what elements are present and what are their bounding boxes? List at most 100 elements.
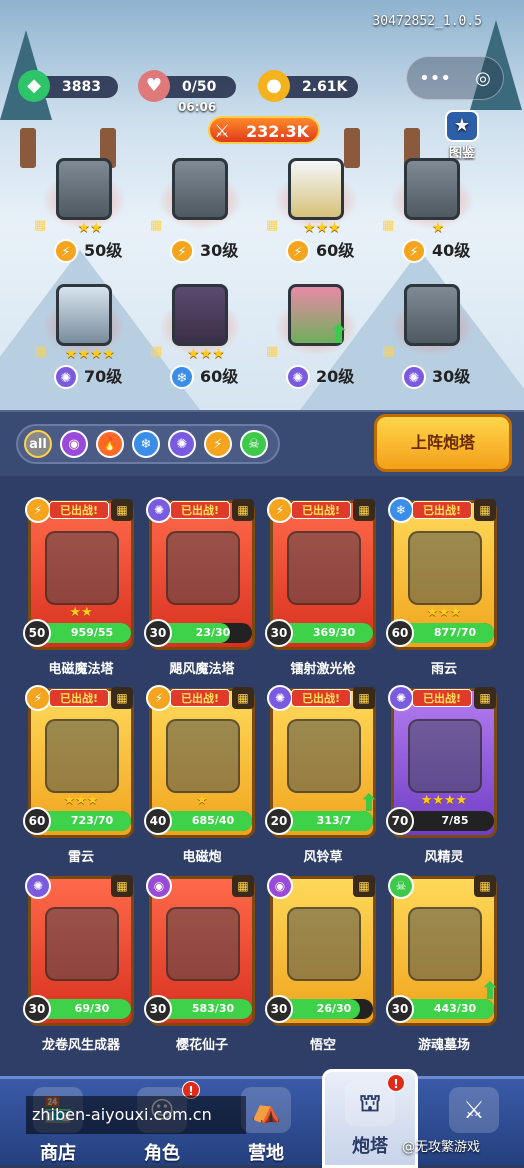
tower-art xyxy=(408,907,482,981)
star-rating: ★★ xyxy=(69,605,93,620)
deployed-tower-slot[interactable]: ▦ ★★★ ⚡ 60级 xyxy=(266,154,366,274)
tower-card[interactable]: ✺ ▦ 313/7 20 已出战! ⬆ xyxy=(265,685,379,838)
star-rating: ★★★ xyxy=(63,793,99,808)
deployed-tower-slot[interactable]: ▦ ★ ⚡ 40级 xyxy=(382,154,482,274)
gem-value: 3883 xyxy=(62,79,101,95)
tower-level: ⚡ 40级 xyxy=(402,238,470,264)
nav-label: 角色 xyxy=(144,1143,180,1164)
wind-icon: ✺ xyxy=(146,497,172,523)
star-rating xyxy=(408,346,468,362)
close-icon[interactable]: ◎ xyxy=(475,68,491,89)
tower-card[interactable]: ☠ ▦ 443/30 30 ⬆ xyxy=(386,873,500,1026)
progress-text: 23/30 xyxy=(195,626,231,639)
filter-wind[interactable]: ✺ xyxy=(168,430,196,458)
tower-art xyxy=(166,907,240,981)
lightning-icon: ⚡ xyxy=(170,239,194,263)
progress-bar: 723/70 xyxy=(37,811,131,831)
filter-all[interactable]: all xyxy=(24,430,52,458)
tower-art xyxy=(287,907,361,981)
level-text: 40级 xyxy=(432,241,471,260)
tower-card[interactable]: ❄ ▦ ★★★ 877/70 60 已出战! xyxy=(386,497,497,650)
tower-sprite xyxy=(56,158,112,220)
deployed-tag: 已出战! xyxy=(49,501,109,519)
gold-counter[interactable]: ● 2.61K xyxy=(258,70,358,102)
grid-icon: ▦ xyxy=(353,499,375,521)
deployed-tower-slot[interactable]: ▦ ★★ ⚡ 50级 xyxy=(34,154,134,274)
stamina-counter[interactable]: ♥ 0/50 xyxy=(138,70,236,102)
tower-card-list[interactable]: ⚡ ▦ ★★ 959/55 50 已出战! 电磁魔法塔 ✺ ▦ 23/30 30 已出… xyxy=(0,476,524,1076)
tower-level: ⚡ 30级 xyxy=(170,238,238,264)
lightning-icon: ⚡ xyxy=(25,497,51,523)
deployed-tower-slot[interactable]: ▦ ★★★ ❄ 60级 xyxy=(150,280,250,400)
grid-icon: ▦ xyxy=(150,218,163,233)
version-label: 30472852_1.0.5 xyxy=(372,14,482,29)
miniprogram-capsule: ••• ◎ xyxy=(406,56,504,100)
tower-card[interactable]: ✺ ▦ 69/30 30 xyxy=(23,873,134,1026)
progress-text: 877/70 xyxy=(433,626,477,639)
progress-text: 959/55 xyxy=(70,626,114,639)
element-filters: all ◉ 🔥 ❄ ✺ ⚡ ☠ xyxy=(16,424,280,464)
grid-icon: ▦ xyxy=(353,687,375,709)
grid-icon: ▦ xyxy=(382,218,395,233)
tower-card[interactable]: ✺ ▦ 23/30 30 已出战! xyxy=(144,497,255,650)
deployed-tag: 已出战! xyxy=(291,689,351,707)
progress-text: 369/30 xyxy=(312,626,356,639)
deployed-tag: 已出战! xyxy=(291,501,351,519)
grid-icon: ▦ xyxy=(474,687,496,709)
tower-sprite xyxy=(404,158,460,220)
level-text: 30级 xyxy=(200,241,239,260)
filter-fire[interactable]: 🔥 xyxy=(96,430,124,458)
filter-lightning[interactable]: ⚡ xyxy=(204,430,232,458)
progress-bar: 69/30 xyxy=(37,999,131,1019)
more-icon[interactable]: ••• xyxy=(419,68,451,89)
star-rating: ★ xyxy=(196,793,208,808)
tower-card[interactable]: ⚡ ▦ ★★★ 723/70 60 已出战! xyxy=(23,685,134,838)
card-level: 30 xyxy=(386,995,414,1023)
lightning-icon: ⚡ xyxy=(402,239,426,263)
level-text: 70级 xyxy=(84,367,123,386)
gem-counter[interactable]: ◆ 3883 xyxy=(18,70,118,102)
filter-ice[interactable]: ❄ xyxy=(132,430,160,458)
upgrade-arrow-icon: ⬆ xyxy=(328,320,350,350)
progress-text: 723/70 xyxy=(70,814,114,827)
star-rating: ★★★★ xyxy=(420,793,468,808)
tower-level: ✺ 70级 xyxy=(54,364,122,390)
tower-art xyxy=(408,531,482,605)
progress-text: 685/40 xyxy=(191,814,235,827)
deployed-tower-slot[interactable]: ▦ ⚡ 30级 xyxy=(150,154,250,274)
wind-icon: ✺ xyxy=(388,685,414,711)
camp-icon: ⛺ xyxy=(241,1087,291,1133)
grid-icon: ▦ xyxy=(382,344,395,359)
tower-card[interactable]: ⚡ ▦ 369/30 30 已出战! xyxy=(265,497,376,650)
tower-card[interactable]: ⚡ ▦ ★ 685/40 40 已出战! xyxy=(144,685,255,838)
wind-icon: ✺ xyxy=(25,873,51,899)
tower-art xyxy=(45,531,119,605)
level-text: 60级 xyxy=(200,367,239,386)
grid-icon: ▦ xyxy=(474,499,496,521)
star-rating: ★★★ xyxy=(426,605,462,620)
filter-poison[interactable]: ☠ xyxy=(240,430,268,458)
progress-bar: 583/30 xyxy=(158,999,252,1019)
notification-badge: ! xyxy=(387,1074,405,1092)
card-level: 60 xyxy=(386,619,414,647)
progress-bar: 26/30 xyxy=(279,999,373,1019)
deployed-tower-slot[interactable]: ▦ ★★★★ ✺ 70级 xyxy=(34,280,134,400)
filter-arcane[interactable]: ◉ xyxy=(60,430,88,458)
nav-label: 营地 xyxy=(248,1143,284,1164)
tower-level: ⚡ 50级 xyxy=(54,238,122,264)
tower-card[interactable]: ◉ ▦ 583/30 30 xyxy=(144,873,255,1026)
tower-card[interactable]: ◉ ▦ 26/30 30 xyxy=(265,873,376,1026)
tower-card[interactable]: ⚡ ▦ ★★ 959/55 50 已出战! xyxy=(23,497,134,650)
tower-name: 风精灵 xyxy=(424,850,464,865)
tower-name: 镭射激光枪 xyxy=(290,662,356,677)
tower-name: 游魂墓场 xyxy=(417,1038,470,1053)
tower-card[interactable]: ✺ ▦ ★★★★ 7/85 70 已出战! xyxy=(386,685,497,838)
deployed-tower-slot[interactable]: ▦ ✺ 20级 ⬆ xyxy=(266,280,366,400)
gold-value: 2.61K xyxy=(302,79,348,95)
card-level: 70 xyxy=(386,807,414,835)
tower-name: 电磁魔法塔 xyxy=(48,662,114,677)
deploy-tower-button[interactable]: 上阵炮塔 xyxy=(374,414,512,472)
card-level: 30 xyxy=(144,995,172,1023)
deployed-tower-slot[interactable]: ▦ ✺ 30级 xyxy=(382,280,482,400)
grid-icon: ▦ xyxy=(111,875,133,897)
